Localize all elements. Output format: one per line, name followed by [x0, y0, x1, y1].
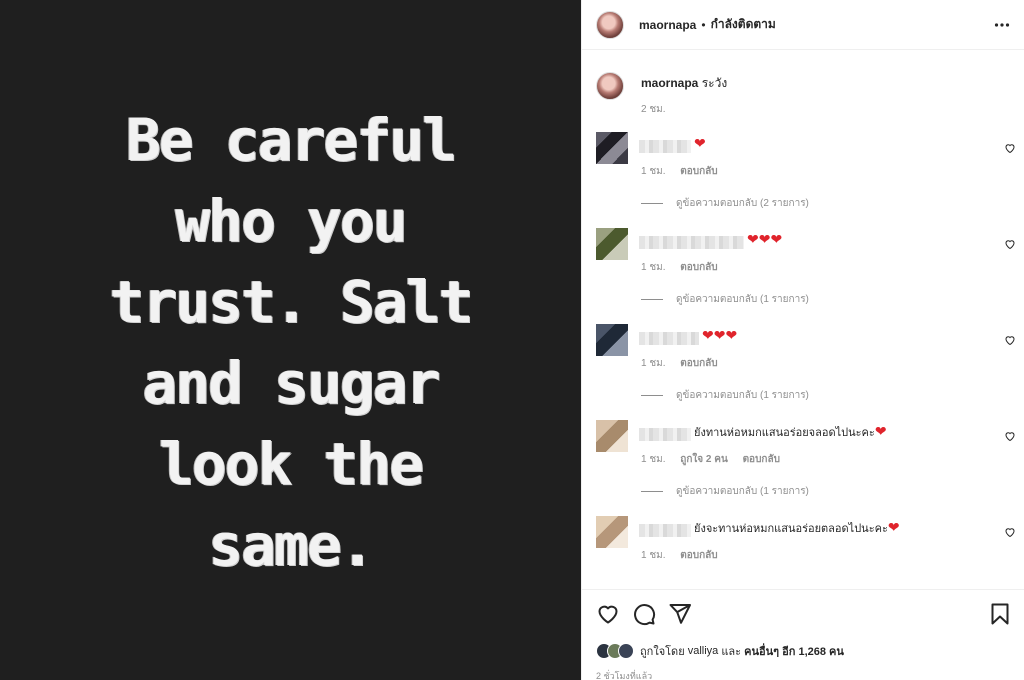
- view-replies-button[interactable]: ดูข้อความตอบกลับ (1 รายการ): [641, 292, 809, 307]
- reply-button[interactable]: ตอบกลับ: [680, 262, 717, 273]
- view-replies-label: ดูข้อความตอบกลับ (1 รายการ): [676, 294, 809, 305]
- comment-heart-icon[interactable]: [1004, 142, 1016, 154]
- caption-text: ระวัง: [701, 76, 728, 90]
- comment-text: ❤: [694, 135, 706, 151]
- post-actions: ถูกใจโดย valliya และ คนอื่นๆ อีก 1,268 ค…: [582, 589, 1024, 680]
- posted-time[interactable]: 2 ชั่วโมงที่แล้ว: [596, 669, 652, 680]
- comment-text: ยังจะทานห่อหมกแสนอร่อยตลอดไปนะคะ❤: [694, 519, 900, 535]
- comment-icon[interactable]: [632, 602, 656, 626]
- quote-text: Be careful who you trust. Salt and sugar…: [109, 100, 473, 586]
- liked-by-others[interactable]: คนอื่นๆ อีก 1,268 คน: [744, 642, 844, 660]
- following-button[interactable]: กำลังติดตาม: [711, 15, 776, 34]
- comment-item: ❤ 1 ชม. ตอบกลับ ดูข้อความตอบกลับ (2 รายก…: [596, 132, 1016, 222]
- quote-line: look the: [158, 430, 424, 498]
- comment-time: 1 ชม.: [641, 358, 666, 369]
- view-replies-button[interactable]: ดูข้อความตอบกลับ (1 รายการ): [641, 388, 809, 403]
- view-replies-label: ดูข้อความตอบกลับ (1 รายการ): [676, 486, 809, 497]
- bookmark-icon[interactable]: [988, 602, 1012, 626]
- header-separator: •: [701, 17, 706, 32]
- more-horizontal-icon[interactable]: [994, 17, 1010, 33]
- caption-username[interactable]: maornapa: [641, 76, 698, 90]
- comment-text: ยังทานห่อหมกแสนอร่อยจลอดไปนะคะ❤: [694, 423, 887, 439]
- comment-item: ยังจะทานห่อหมกแสนอร่อยตลอดไปนะคะ❤ 1 ชม. …: [596, 516, 1016, 589]
- replies-divider: [641, 202, 663, 204]
- view-replies-label: ดูข้อความตอบกลับ (1 รายการ): [676, 390, 809, 401]
- quote-line: trust. Salt: [109, 268, 473, 336]
- quote-line: and sugar: [142, 349, 440, 417]
- liked-by-prefix: ถูกใจโดย: [640, 646, 685, 658]
- liked-by-conjunction: และ: [721, 646, 742, 658]
- quote-line: who you: [175, 187, 407, 255]
- comment-likes-count[interactable]: ถูกใจ 2 คน: [680, 454, 728, 465]
- comment-time: 1 ชม.: [641, 262, 666, 273]
- comment-heart-icon[interactable]: [1004, 430, 1016, 442]
- heart-icon[interactable]: [596, 602, 620, 626]
- post-header: maornapa • กำลังติดตาม: [582, 0, 1024, 50]
- liked-by-user[interactable]: valliya: [688, 645, 719, 657]
- liked-by-row: ถูกใจโดย valliya และ คนอื่นๆ อีก 1,268 ค…: [596, 642, 844, 660]
- comment-time: 1 ชม.: [641, 550, 666, 561]
- reply-button[interactable]: ตอบกลับ: [680, 358, 717, 369]
- comment-item: ❤❤❤ 1 ชม. ตอบกลับ ดูข้อความตอบกลับ (1 รา…: [596, 324, 1016, 414]
- reply-button[interactable]: ตอบกลับ: [680, 166, 717, 177]
- reply-button[interactable]: ตอบกลับ: [743, 454, 780, 465]
- blurred-avatar[interactable]: [596, 132, 628, 164]
- view-replies-button[interactable]: ดูข้อความตอบกลับ (2 รายการ): [641, 196, 809, 211]
- caption-time: 2 ชม.: [641, 104, 666, 115]
- comment-time: 1 ชม.: [641, 454, 666, 465]
- comment-item: ❤❤❤ 1 ชม. ตอบกลับ ดูข้อความตอบกลับ (1 รา…: [596, 228, 1016, 318]
- blurred-username[interactable]: [639, 524, 691, 537]
- comment-heart-icon[interactable]: [1004, 526, 1016, 538]
- liker-avatars[interactable]: [596, 643, 634, 659]
- quote-line: Be careful: [125, 106, 457, 174]
- blurred-username[interactable]: [639, 140, 691, 153]
- comment-time: 1 ชม.: [641, 166, 666, 177]
- replies-divider: [641, 490, 663, 492]
- replies-divider: [641, 298, 663, 300]
- comment-text: ❤❤❤: [702, 327, 738, 343]
- blurred-username[interactable]: [639, 428, 691, 441]
- blurred-avatar[interactable]: [596, 228, 628, 260]
- comment-heart-icon[interactable]: [1004, 238, 1016, 250]
- author-username[interactable]: maornapa: [639, 18, 696, 32]
- comment-text: ❤❤❤: [747, 231, 783, 247]
- comments-list[interactable]: maornapa ระวัง 2 ชม. ❤ 1 ชม. ตอบกลับ ดูข…: [582, 51, 1024, 589]
- view-replies-button[interactable]: ดูข้อความตอบกลับ (1 รายการ): [641, 484, 809, 499]
- share-icon[interactable]: [668, 602, 692, 626]
- comment-item: ยังทานห่อหมกแสนอร่อยจลอดไปนะคะ❤ 1 ชม. ถู…: [596, 420, 1016, 510]
- post-image[interactable]: Be careful who you trust. Salt and sugar…: [0, 0, 581, 680]
- blurred-username[interactable]: [639, 236, 744, 249]
- replies-divider: [641, 394, 663, 396]
- post-side-panel: maornapa • กำลังติดตาม maornapa ระวัง 2 …: [581, 0, 1024, 680]
- caption-avatar[interactable]: [596, 72, 624, 100]
- quote-line: same.: [208, 511, 375, 579]
- comment-heart-icon[interactable]: [1004, 334, 1016, 346]
- blurred-username[interactable]: [639, 332, 699, 345]
- blurred-avatar[interactable]: [596, 324, 628, 356]
- author-avatar[interactable]: [596, 10, 624, 39]
- view-replies-label: ดูข้อความตอบกลับ (2 รายการ): [676, 198, 809, 209]
- blurred-avatar[interactable]: [596, 420, 628, 452]
- blurred-avatar[interactable]: [596, 516, 628, 548]
- reply-button[interactable]: ตอบกลับ: [680, 550, 717, 561]
